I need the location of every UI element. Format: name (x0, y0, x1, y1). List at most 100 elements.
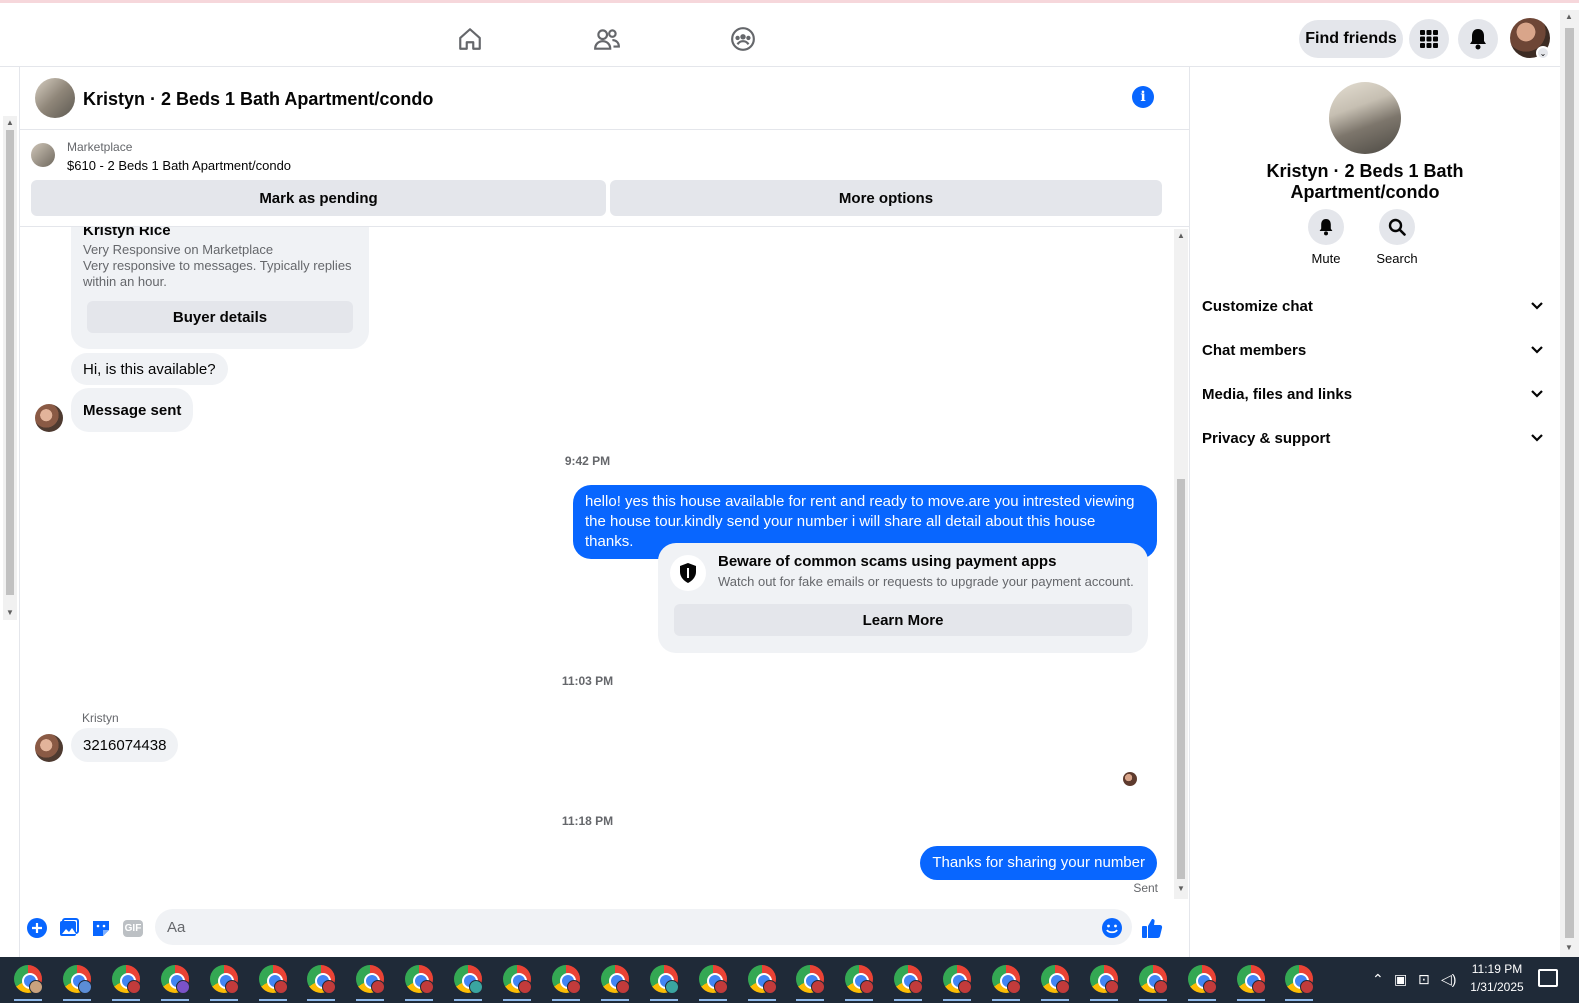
buyer-details-button[interactable]: Buyer details (87, 301, 353, 333)
scroll-down-arrow-icon[interactable]: ▼ (1565, 943, 1573, 952)
chrome-taskbar-icon[interactable] (943, 965, 973, 994)
page-scrollbar-thumb[interactable] (1565, 28, 1574, 938)
thumbs-up-icon[interactable] (1141, 917, 1163, 939)
message-bubble-incoming[interactable]: 3216074438 (71, 728, 179, 762)
message-bubble-outgoing[interactable]: Thanks for sharing your number (920, 846, 1157, 880)
network-icon[interactable]: ⊡ (1418, 971, 1430, 988)
chrome-taskbar-icon[interactable] (747, 965, 777, 994)
profile-badge-icon (615, 980, 630, 994)
chrome-taskbar-icon[interactable] (1040, 965, 1070, 994)
gif-icon[interactable]: GIF (121, 917, 145, 939)
contact-avatar[interactable] (35, 734, 63, 762)
chrome-taskbar-icon[interactable] (160, 965, 190, 994)
running-indicator (307, 999, 336, 1001)
learn-more-button[interactable]: Learn More (674, 604, 1132, 636)
running-indicator (1285, 999, 1314, 1001)
chrome-taskbar-icon[interactable] (551, 965, 581, 994)
profile-badge-icon (469, 980, 484, 994)
chrome-taskbar-icon[interactable] (14, 965, 43, 994)
chevron-down-icon (1530, 342, 1544, 359)
meeting-icon[interactable]: ▣ (1394, 971, 1407, 988)
scroll-down-arrow-icon[interactable]: ▼ (1177, 884, 1185, 893)
left-scrollbar[interactable]: ▲ ▼ (3, 116, 17, 620)
groups-icon[interactable] (726, 22, 760, 56)
search-action[interactable]: Search (1362, 209, 1432, 266)
contact-avatar[interactable] (35, 404, 63, 432)
mark-as-pending-button[interactable]: Mark as pending (31, 180, 606, 216)
volume-icon[interactable]: ◁) (1441, 971, 1456, 988)
chrome-taskbar-icon[interactable] (600, 965, 630, 994)
bell-icon[interactable] (1458, 19, 1498, 59)
chrome-taskbar-icon[interactable] (405, 965, 435, 994)
scroll-up-arrow-icon[interactable]: ▲ (6, 118, 14, 127)
conversation-details-panel: Kristyn · 2 Beds 1 Bath Apartment/condo … (1189, 67, 1560, 957)
chrome-taskbar-icon[interactable] (307, 965, 337, 994)
listing-price-title[interactable]: $610 - 2 Beds 1 Bath Apartment/condo (67, 158, 291, 173)
page-scrollbar[interactable]: ▲ ▼ (1560, 10, 1579, 957)
profile-badge-icon (77, 980, 92, 994)
message-input[interactable]: Aa (155, 909, 1132, 945)
left-scrollbar-thumb[interactable] (6, 130, 14, 595)
scroll-up-arrow-icon[interactable]: ▲ (1565, 12, 1573, 21)
chrome-taskbar-icon[interactable] (796, 965, 826, 994)
more-options-button[interactable]: More options (610, 180, 1162, 216)
chrome-taskbar-icon[interactable] (503, 965, 532, 994)
photo-icon[interactable] (58, 917, 80, 939)
system-clock[interactable]: 11:19 PM 1/31/2025 (1462, 960, 1532, 996)
listing-profile-photo[interactable] (1329, 82, 1401, 154)
chrome-taskbar-icon[interactable] (1138, 965, 1168, 994)
account-chevron-icon[interactable]: ⌄ (1536, 46, 1550, 60)
section-chat-members[interactable]: Chat members (1202, 332, 1552, 368)
find-friends-button[interactable]: Find friends (1299, 20, 1403, 58)
message-bubble-incoming[interactable]: Message sent (71, 388, 194, 432)
chrome-taskbar-icon[interactable] (992, 965, 1021, 994)
message-scrollbar[interactable]: ▲ ▼ (1174, 229, 1188, 899)
chrome-taskbar-icon[interactable] (649, 965, 679, 994)
plus-icon[interactable] (26, 917, 48, 939)
search-icon[interactable] (1379, 209, 1415, 245)
top-navigation: Find friends ⌄ (0, 10, 1560, 67)
chrome-taskbar-icon[interactable] (1089, 965, 1119, 994)
chrome-taskbar-icon[interactable] (845, 965, 875, 994)
listing-thumbnail[interactable] (35, 78, 75, 118)
running-indicator (454, 999, 483, 1001)
section-customize-chat[interactable]: Customize chat (1202, 288, 1552, 324)
message-thread[interactable]: Kristyn Rice Very Responsive on Marketpl… (20, 227, 1178, 907)
home-icon[interactable] (453, 22, 487, 56)
running-indicator (209, 999, 238, 1001)
message-bubble-incoming[interactable]: Hi, is this available? (71, 353, 228, 385)
notification-center-icon[interactable] (1538, 969, 1558, 987)
chrome-taskbar-icon[interactable] (698, 965, 728, 994)
message-scrollbar-thumb[interactable] (1177, 479, 1185, 879)
scroll-up-arrow-icon[interactable]: ▲ (1177, 231, 1185, 240)
sticker-icon[interactable] (90, 917, 112, 939)
chevron-down-icon (1530, 386, 1544, 403)
scroll-down-arrow-icon[interactable]: ▼ (6, 608, 14, 617)
section-media-files-links[interactable]: Media, files and links (1202, 376, 1552, 412)
chrome-taskbar-icon[interactable] (1285, 965, 1315, 994)
chrome-taskbar-icon[interactable] (894, 965, 924, 994)
panel-title[interactable]: Kristyn · 2 Beds 1 Bath Apartment/condo (1190, 161, 1540, 203)
chevron-up-icon[interactable]: ⌃ (1372, 971, 1384, 988)
info-icon[interactable]: i (1132, 86, 1154, 108)
chrome-taskbar-icon[interactable] (258, 965, 288, 994)
listing-small-thumbnail[interactable] (31, 143, 55, 167)
emoji-icon[interactable] (1101, 917, 1123, 939)
friends-icon[interactable] (590, 22, 624, 56)
clock-date: 1/31/2025 (1470, 980, 1524, 994)
chat-title[interactable]: Kristyn · 2 Beds 1 Bath Apartment/condo (83, 89, 433, 110)
chrome-taskbar-icon[interactable] (1236, 965, 1266, 994)
chrome-taskbar-icon[interactable] (1187, 965, 1217, 994)
chrome-taskbar-icon[interactable] (454, 965, 484, 994)
chrome-taskbar-icon[interactable] (209, 965, 239, 994)
chrome-taskbar-icon[interactable] (111, 965, 141, 994)
chrome-taskbar-icon[interactable] (356, 965, 386, 994)
seller-name[interactable]: Kristyn Rice (83, 227, 171, 239)
apps-grid-icon[interactable] (1409, 19, 1449, 59)
bell-icon[interactable] (1308, 209, 1344, 245)
section-privacy-support[interactable]: Privacy & support (1202, 420, 1552, 456)
mute-action[interactable]: Mute (1291, 209, 1361, 266)
running-indicator (1138, 999, 1167, 1001)
profile-badge-icon (518, 980, 532, 994)
chrome-taskbar-icon[interactable] (62, 965, 92, 994)
